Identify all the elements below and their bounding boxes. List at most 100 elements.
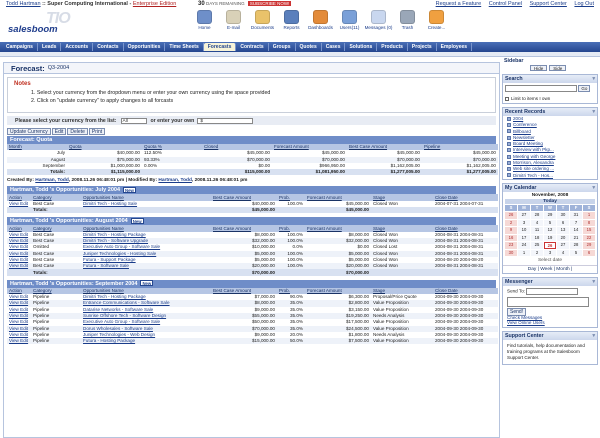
view-edit-links[interactable]: View Edit [9, 232, 28, 237]
checkbox-icon[interactable] [505, 96, 509, 101]
trash-button[interactable]: Trash [393, 10, 422, 30]
tab-forecasts[interactable]: Forecasts [203, 43, 237, 51]
row-actions[interactable]: View Edit [7, 332, 31, 338]
calendar-day[interactable]: 27 [557, 242, 569, 249]
calendar-day[interactable]: 26 [505, 212, 517, 219]
collapse-icon[interactable]: ▾ [592, 108, 595, 116]
delete-button[interactable]: Delete [67, 128, 88, 135]
calendar-day[interactable]: 3 [518, 219, 530, 227]
logout-link[interactable]: Log Out [574, 1, 594, 7]
opportunity-link[interactable]: Dimitri Tech - Hosting Package [83, 232, 146, 237]
row-actions[interactable]: View Edit [7, 237, 31, 245]
calendar-day[interactable]: 31 [570, 212, 582, 219]
calendar-today-button[interactable]: Today [505, 198, 595, 204]
calendar-day[interactable]: 5 [570, 249, 582, 257]
calendar-day[interactable]: 22 [583, 234, 595, 242]
send-to-select[interactable] [526, 288, 579, 296]
collapse-icon[interactable]: ▾ [592, 184, 595, 192]
opportunity-link[interactable]: Entrance Communications - Software Sale [83, 300, 170, 305]
row-actions[interactable]: View Edit [7, 294, 31, 300]
calendar-day[interactable]: 3 [544, 249, 556, 257]
currency-select[interactable]: All [120, 117, 147, 124]
calendar-day[interactable]: 18 [531, 234, 543, 242]
tab-accounts[interactable]: Accounts [61, 43, 94, 51]
tab-groups[interactable]: Groups [269, 43, 296, 51]
row-actions[interactable]: View Edit [7, 244, 31, 250]
tab-cases[interactable]: Cases [322, 43, 346, 51]
search-go-button[interactable]: Go [578, 85, 591, 92]
tab-time-sheets[interactable]: Time Sheets [165, 43, 204, 51]
print-button[interactable]: Print [88, 128, 106, 135]
calendar-views[interactable]: Day | Week | Month | [503, 265, 597, 273]
opportunity-link[interactable]: Executive Auto Group - Software Sale [83, 319, 160, 324]
calendar-day[interactable]: 28 [531, 212, 543, 219]
edit-button[interactable]: Edit [51, 128, 67, 135]
calendar-day[interactable]: 24 [518, 242, 530, 249]
row-actions[interactable]: View Edit [7, 338, 31, 345]
calendar-day[interactable]: 9 [505, 227, 517, 234]
calendar-day[interactable]: 16 [505, 234, 517, 242]
view-edit-links[interactable]: View Edit [9, 300, 28, 305]
email-button[interactable]: E-mail [219, 10, 248, 30]
opportunity-link[interactable]: Datarise Networks - Software Sale [83, 307, 153, 312]
calendar-day[interactable]: 2 [531, 249, 543, 257]
view-edit-links[interactable]: View Edit [9, 263, 28, 268]
opportunity-link[interactable]: Futura - Software Sale [83, 263, 129, 268]
collapse-icon[interactable]: ▾ [592, 278, 595, 286]
calendar-day[interactable]: 13 [557, 227, 569, 234]
tab-products[interactable]: Products [377, 43, 408, 51]
calendar-day[interactable]: 30 [505, 249, 517, 257]
row-actions[interactable]: View Edit [7, 263, 31, 270]
control-panel-link[interactable]: Control Panel [489, 1, 522, 7]
view-edit-links[interactable]: View Edit [9, 313, 28, 318]
modified-by-link[interactable]: Hartman, Todd [158, 178, 192, 183]
view-online-users-link[interactable]: View Online Users [507, 320, 593, 325]
side-sidebar-button[interactable]: Side [549, 65, 567, 71]
view-edit-links[interactable]: View Edit [9, 332, 28, 337]
opportunity-link[interactable]: Juniper Technologies - Web Design [83, 332, 155, 337]
calendar-day[interactable]: 7 [570, 219, 582, 227]
opportunity-link[interactable]: Sunrise Offshore Tech - Software Design [83, 313, 166, 318]
opportunity-link[interactable]: Futura - Support Package [83, 257, 136, 262]
view-edit-links[interactable]: View Edit [9, 238, 28, 243]
subscribe-link[interactable]: SUBSCRIBE NOW! [247, 1, 292, 6]
dashboards-button[interactable]: Dashboards [306, 10, 335, 30]
users-button[interactable]: Users(11) [335, 10, 364, 30]
view-edit-links[interactable]: View Edit [9, 319, 28, 324]
calendar-day[interactable]: 23 [505, 242, 517, 249]
reports-button[interactable]: Reports [277, 10, 306, 30]
hide-sidebar-button[interactable]: Hide [530, 65, 548, 71]
new-opportunity-button[interactable]: New [123, 187, 136, 194]
calendar-day[interactable]: 11 [531, 227, 543, 234]
calendar-day[interactable]: 2 [505, 219, 517, 227]
calendar-day[interactable]: 1 [518, 249, 530, 257]
currency-input[interactable]: $ [197, 117, 254, 124]
opportunity-link[interactable]: Dimitri Tech - Software Upgrade [83, 238, 148, 243]
home-button[interactable]: Home [190, 10, 219, 30]
view-edit-links[interactable]: View Edit [9, 257, 28, 262]
update-currency-button[interactable]: Update Currency [7, 128, 51, 135]
row-actions[interactable]: View Edit [7, 300, 31, 307]
calendar-day[interactable]: 20 [557, 234, 569, 242]
collapse-icon[interactable]: ▾ [592, 75, 595, 83]
calendar-day[interactable]: 27 [518, 212, 530, 219]
calendar-day[interactable]: 17 [518, 234, 530, 242]
opportunity-link[interactable]: Juniper Technologies - Hosting Sale [83, 251, 156, 256]
request-feature-link[interactable]: Request a Feature [436, 1, 482, 7]
calendar-day[interactable]: 19 [544, 234, 556, 242]
row-actions[interactable]: View Edit [7, 319, 31, 325]
create-button[interactable]: Create... [422, 10, 451, 30]
recent-record-item[interactable]: Dimitri Tech - Hos... [503, 173, 597, 179]
tab-campaigns[interactable]: Campaigns [2, 43, 38, 51]
calendar-day[interactable]: 10 [518, 227, 530, 234]
new-opportunity-button[interactable]: New [140, 280, 154, 287]
tab-leads[interactable]: Leads [38, 43, 62, 51]
tab-projects[interactable]: Projects [408, 43, 437, 51]
opportunity-link[interactable]: Executive Auto Group - Software Sale [83, 244, 160, 249]
calendar-day[interactable]: 6 [583, 249, 595, 257]
calendar-day[interactable]: 29 [583, 242, 595, 249]
view-edit-links[interactable]: View Edit [9, 294, 28, 299]
tab-quotes[interactable]: Quotes [296, 43, 322, 51]
limit-checkbox[interactable]: Limit to items I own [505, 96, 595, 101]
opportunity-link[interactable]: Dorus Wholesales - Software Sale [83, 326, 153, 331]
